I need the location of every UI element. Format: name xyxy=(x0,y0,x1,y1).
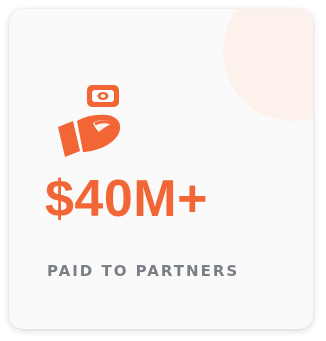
hand-holding-money-icon xyxy=(49,79,127,169)
stat-card: $40M+ PAID TO PARTNERS xyxy=(9,9,313,329)
stat-value: $40M+ xyxy=(45,170,208,228)
decorative-circle xyxy=(223,9,313,121)
stat-label: PAID TO PARTNERS xyxy=(47,262,240,280)
